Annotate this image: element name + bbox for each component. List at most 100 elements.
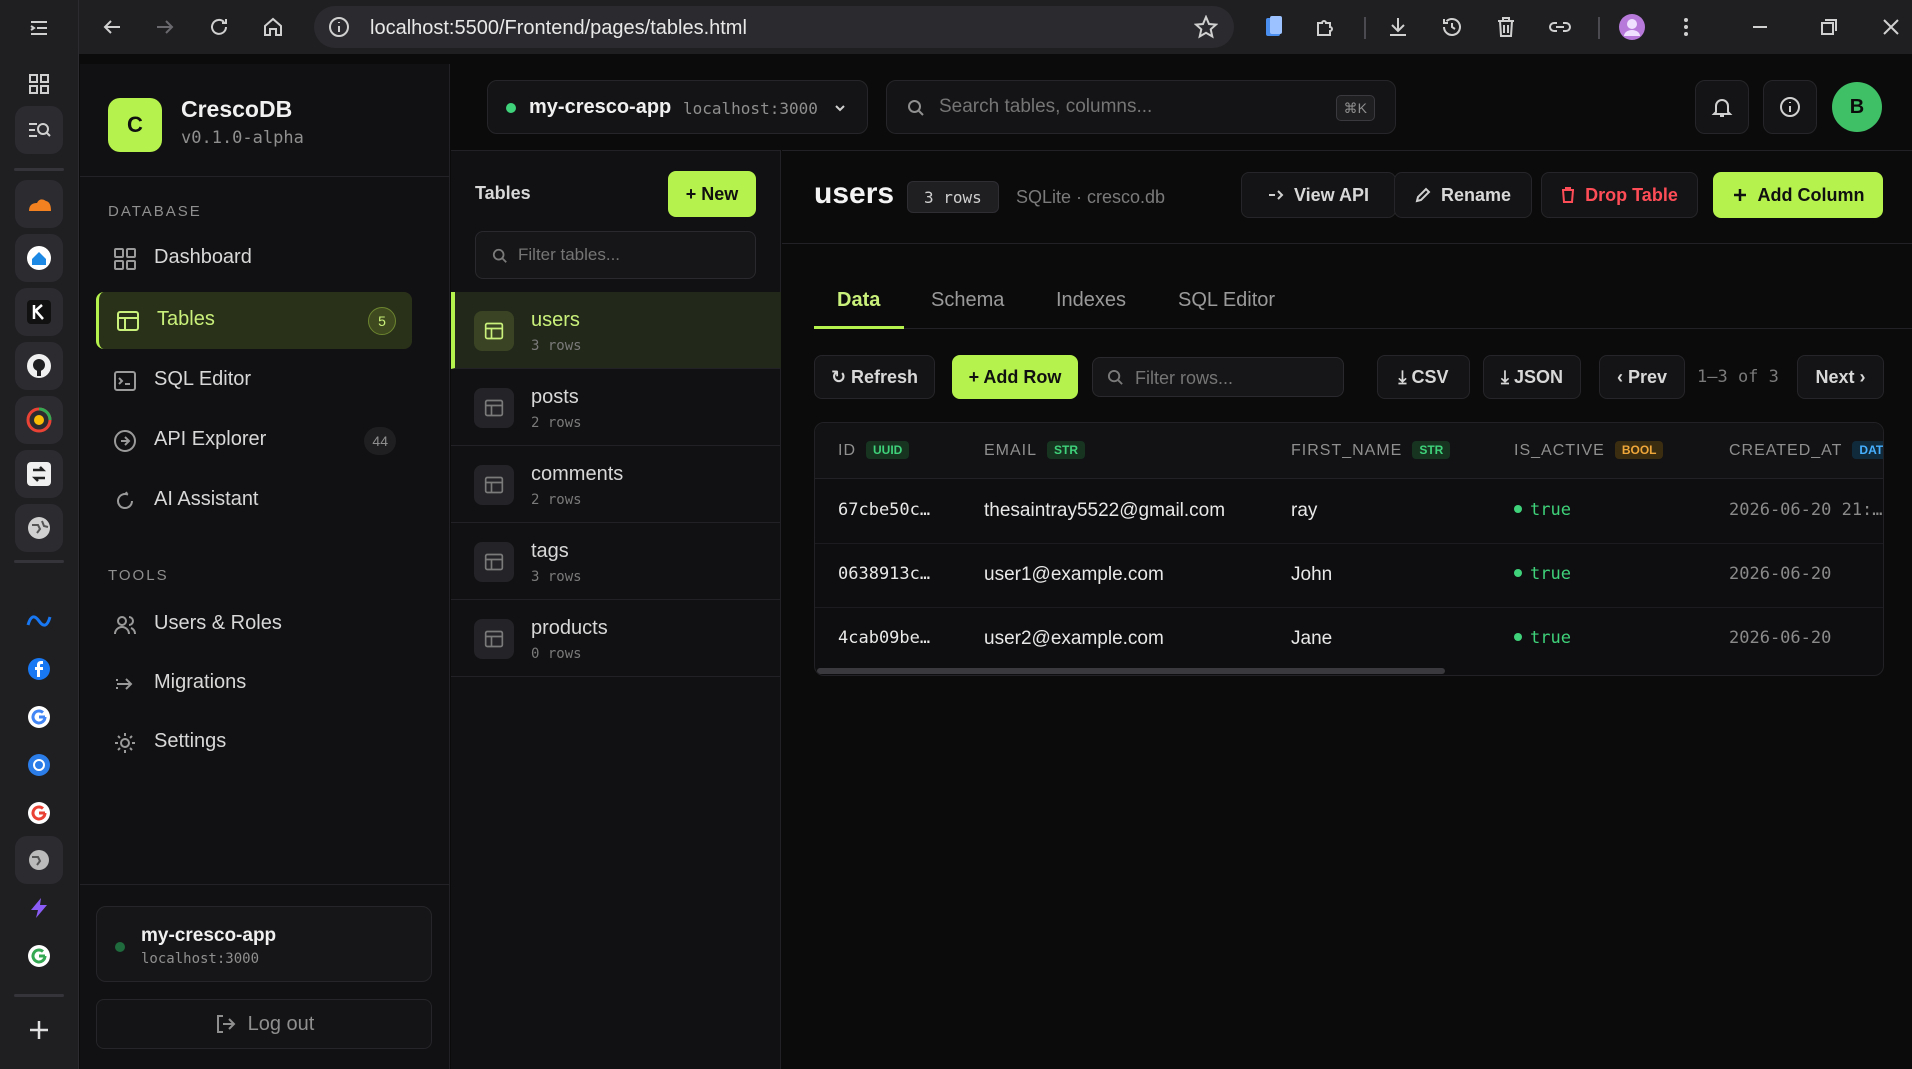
cell-created-at[interactable]: 2026-06-20 21:… bbox=[1729, 500, 1883, 520]
global-search-input[interactable] bbox=[939, 93, 1319, 121]
filter-tables-field[interactable] bbox=[475, 231, 756, 279]
cell-email[interactable]: user2@example.com bbox=[984, 628, 1164, 650]
cell-id[interactable]: 0638913c… bbox=[838, 564, 930, 584]
notifications-button[interactable] bbox=[1695, 80, 1749, 134]
project-select[interactable]: my-cresco-app localhost:3000 bbox=[487, 80, 868, 134]
address-bar[interactable]: localhost:5500/Frontend/pages/tables.htm… bbox=[314, 6, 1234, 48]
refresh-button[interactable]: ↻ Refresh bbox=[814, 355, 935, 399]
table-list-item-comments[interactable]: comments 2 rows bbox=[451, 446, 781, 523]
tab-indexes[interactable]: Indexes bbox=[1056, 289, 1126, 312]
download-icon[interactable] bbox=[1380, 9, 1416, 45]
tab-sql-editor[interactable]: SQL Editor bbox=[1178, 289, 1275, 312]
cell-is-active[interactable]: true bbox=[1514, 628, 1571, 648]
drop-table-button[interactable]: Drop Table bbox=[1541, 172, 1698, 218]
column-header-is-active[interactable]: IS_ACTIVE BOOL bbox=[1514, 441, 1664, 460]
filter-tables-input[interactable] bbox=[518, 243, 738, 267]
cloudflare-tab-icon[interactable] bbox=[15, 180, 63, 228]
home-app-tab-icon[interactable] bbox=[15, 234, 63, 282]
google-tab-icon-3[interactable] bbox=[15, 932, 63, 980]
tab-grid-icon[interactable] bbox=[15, 60, 63, 108]
filter-rows-field[interactable] bbox=[1092, 357, 1344, 397]
cell-is-active[interactable]: true bbox=[1514, 564, 1571, 584]
add-column-button[interactable]: Add Column bbox=[1713, 172, 1883, 218]
k-app-tab-icon[interactable] bbox=[15, 288, 63, 336]
meta-tab-icon[interactable] bbox=[15, 597, 63, 645]
site-info-icon[interactable] bbox=[328, 16, 350, 38]
column-header-email[interactable]: EMAIL STR bbox=[984, 441, 1086, 460]
minimize-icon[interactable] bbox=[1742, 9, 1778, 45]
view-api-button[interactable]: View API bbox=[1241, 172, 1396, 218]
profile-icon[interactable] bbox=[1614, 9, 1650, 45]
sidebar-item-dashboard[interactable]: Dashboard bbox=[96, 230, 412, 287]
close-window-icon[interactable] bbox=[1873, 9, 1909, 45]
sidebar-item-tables[interactable]: Tables 5 bbox=[96, 292, 412, 349]
column-header-created-at[interactable]: CREATED_AT DAT bbox=[1729, 441, 1883, 460]
chrome-tab-icon[interactable] bbox=[15, 396, 63, 444]
sidebar-item-settings[interactable]: Settings bbox=[96, 714, 412, 771]
back-arrow-icon[interactable] bbox=[94, 9, 130, 45]
cell-email[interactable]: thesaintray5522@gmail.com bbox=[984, 500, 1225, 522]
collapse-tabs-icon[interactable] bbox=[15, 4, 63, 52]
link-icon[interactable] bbox=[1542, 9, 1578, 45]
google-tab-icon[interactable] bbox=[15, 693, 63, 741]
tab-schema[interactable]: Schema bbox=[931, 289, 1004, 312]
new-table-button[interactable]: + New bbox=[668, 171, 756, 217]
column-header-first-name[interactable]: FIRST_NAME STR bbox=[1291, 441, 1451, 460]
bookmark-star-icon[interactable] bbox=[1194, 15, 1218, 39]
info-button[interactable] bbox=[1763, 80, 1817, 134]
cell-first-name[interactable]: John bbox=[1291, 564, 1332, 586]
user-avatar[interactable]: B bbox=[1832, 82, 1882, 132]
cell-created-at[interactable]: 2026-06-20 bbox=[1729, 564, 1831, 584]
export-json-button[interactable]: ⤓ JSON bbox=[1483, 355, 1581, 399]
cell-is-active[interactable]: true bbox=[1514, 500, 1571, 520]
extensions-puzzle-icon[interactable] bbox=[1308, 9, 1344, 45]
horizontal-scrollbar[interactable] bbox=[817, 668, 1445, 674]
sidebar-item-ai-assistant[interactable]: AI Assistant bbox=[96, 472, 412, 529]
more-menu-icon[interactable] bbox=[1668, 9, 1704, 45]
cell-first-name[interactable]: ray bbox=[1291, 500, 1317, 522]
cell-id[interactable]: 4cab09be… bbox=[838, 628, 930, 648]
github-tab-icon[interactable] bbox=[15, 342, 63, 390]
cell-created-at[interactable]: 2026-06-20 bbox=[1729, 628, 1831, 648]
reload-icon[interactable] bbox=[201, 9, 237, 45]
globe-tab-icon-2[interactable] bbox=[15, 836, 63, 884]
rename-button[interactable]: Rename bbox=[1394, 172, 1532, 218]
table-row[interactable]: 67cbe50c… thesaintray5522@gmail.com ray … bbox=[815, 480, 1883, 544]
brand-logo[interactable]: C bbox=[108, 98, 162, 152]
tab-search-icon[interactable] bbox=[15, 106, 63, 154]
add-row-button[interactable]: + Add Row bbox=[952, 355, 1078, 399]
filter-rows-input[interactable] bbox=[1135, 366, 1335, 390]
restore-icon[interactable] bbox=[1811, 9, 1847, 45]
global-search[interactable]: ⌘K bbox=[886, 80, 1396, 134]
table-list-item-tags[interactable]: tags 3 rows bbox=[451, 523, 781, 600]
logout-button[interactable]: Log out bbox=[96, 999, 432, 1049]
next-page-button[interactable]: Next › bbox=[1797, 355, 1884, 399]
tab-data[interactable]: Data bbox=[837, 289, 880, 312]
history-icon[interactable] bbox=[1434, 9, 1470, 45]
home-icon[interactable] bbox=[255, 9, 291, 45]
globe-tab-icon[interactable] bbox=[15, 504, 63, 552]
table-row[interactable]: 0638913c… user1@example.com John true 20… bbox=[815, 544, 1883, 608]
cell-email[interactable]: user1@example.com bbox=[984, 564, 1164, 586]
cell-id[interactable]: 67cbe50c… bbox=[838, 500, 930, 520]
sync-tab-icon[interactable] bbox=[15, 450, 63, 498]
sidebar-item-api-explorer[interactable]: API Explorer 44 bbox=[96, 412, 412, 469]
prev-page-button[interactable]: ‹ Prev bbox=[1599, 355, 1685, 399]
extension-docs-icon[interactable] bbox=[1256, 9, 1292, 45]
openai-tab-icon[interactable] bbox=[15, 741, 63, 789]
sidebar-item-users-roles[interactable]: Users & Roles bbox=[96, 596, 412, 653]
table-list-item-posts[interactable]: posts 2 rows bbox=[451, 369, 781, 446]
facebook-tab-icon[interactable] bbox=[15, 645, 63, 693]
google-tab-icon-2[interactable] bbox=[15, 789, 63, 837]
forward-arrow-icon[interactable] bbox=[147, 9, 183, 45]
sidebar-item-sql-editor[interactable]: SQL Editor bbox=[96, 352, 412, 409]
cell-first-name[interactable]: Jane bbox=[1291, 628, 1332, 650]
connection-card[interactable]: my-cresco-app localhost:3000 bbox=[96, 906, 432, 982]
new-tab-plus-icon[interactable] bbox=[15, 1006, 63, 1054]
delete-icon[interactable] bbox=[1488, 9, 1524, 45]
bolt-tab-icon[interactable] bbox=[15, 884, 63, 932]
table-list-item-products[interactable]: products 0 rows bbox=[451, 600, 781, 677]
table-row[interactable]: 4cab09be… user2@example.com Jane true 20… bbox=[815, 608, 1883, 672]
export-csv-button[interactable]: ⤓ CSV bbox=[1377, 355, 1470, 399]
sidebar-item-migrations[interactable]: Migrations bbox=[96, 655, 412, 712]
